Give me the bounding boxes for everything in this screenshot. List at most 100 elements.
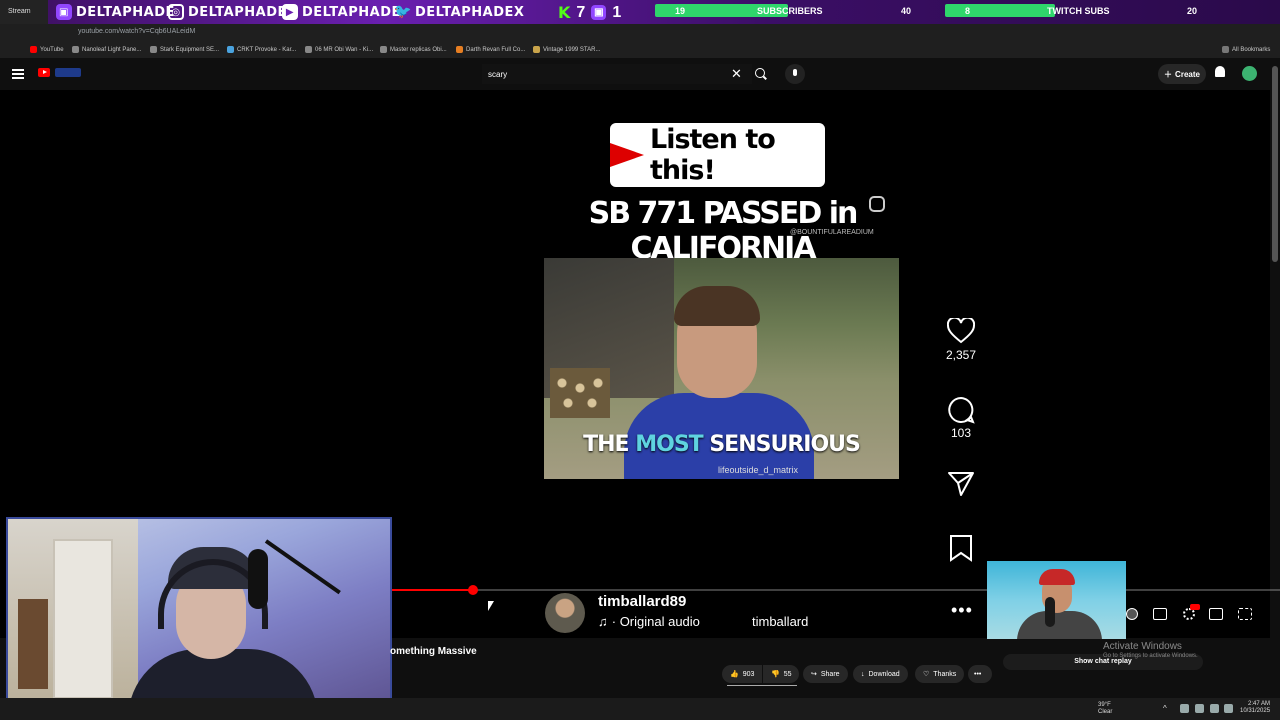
progress-track[interactable] <box>390 589 1280 591</box>
watermark-text: @BOUNTIFULAREADIUM <box>790 229 874 236</box>
twitch-viewers-icon: ▣ <box>591 5 607 20</box>
theater-mode-icon[interactable] <box>1209 608 1223 620</box>
network-icon[interactable] <box>1210 704 1219 713</box>
twitch-subs-goal-bar: 8 TWITCH SUBS 20 <box>945 4 1220 17</box>
youtube-logo-icon[interactable] <box>38 68 50 77</box>
browser-address-bar[interactable]: youtube.com/watch?v=Cqb6UALeidM <box>0 24 1280 42</box>
audio-info[interactable]: ♫ · Original audio <box>598 614 700 629</box>
progress-scrubber[interactable] <box>467 585 478 595</box>
bookmark-item[interactable]: Darth Revan Full Co... <box>456 46 525 53</box>
share-arrow-icon: ↪ <box>811 671 817 678</box>
save-action[interactable] <box>940 534 982 562</box>
more-options-icon[interactable]: ••• <box>951 600 973 621</box>
account-avatar[interactable] <box>1242 66 1257 81</box>
like-ratio-bar <box>727 685 797 686</box>
dislike-button[interactable]: 👎 55 <box>763 665 799 683</box>
all-bookmarks[interactable]: All Bookmarks <box>1222 46 1270 53</box>
thanks-icon: ♡ <box>923 671 930 678</box>
like-count: 2,357 <box>945 348 977 362</box>
twitch-subs-goal-fill <box>945 4 1055 17</box>
video-title: omething Massive <box>390 646 477 657</box>
menu-icon[interactable] <box>12 69 24 79</box>
bookmark-item[interactable]: YouTube <box>30 46 64 53</box>
subscriber-goal-bar: 19 SUBSCRIBERS 40 <box>655 4 935 17</box>
windows-taskbar <box>0 698 1280 720</box>
speaker-webcam <box>987 561 1126 639</box>
comment-action[interactable]: 103 <box>940 396 982 440</box>
twitch-viewer-count: 1 <box>612 3 622 21</box>
download-button[interactable]: ↓ Download <box>853 665 908 683</box>
instagram-watermark-icon <box>869 196 885 212</box>
bookmark-item[interactable]: Nanoleaf Light Pane... <box>72 46 141 53</box>
create-button[interactable]: ＋ Create <box>1158 64 1206 84</box>
autoplay-toggle[interactable] <box>1126 608 1138 620</box>
share-action[interactable] <box>940 471 982 497</box>
bookmark-item[interactable]: Stark Equipment SE... <box>150 46 219 53</box>
bookmark-icon[interactable] <box>949 534 973 562</box>
page-scrollbar[interactable] <box>1272 66 1278 262</box>
social-twitch: ▣ DELTAPHADE <box>56 3 175 21</box>
tray-chevron-icon[interactable]: ^ <box>1163 704 1172 713</box>
streamer-webcam <box>6 517 392 720</box>
plus-icon: ＋ <box>1164 69 1173 79</box>
clear-search-icon[interactable]: ✕ <box>731 66 742 82</box>
weather-widget[interactable]: 39°F Clear <box>1098 702 1112 716</box>
bookmark-item[interactable]: CRKT Provoke - Kar... <box>227 46 296 53</box>
channel-name[interactable]: timballard89 <box>598 593 686 610</box>
more-actions-button[interactable]: ••• <box>968 665 992 683</box>
listen-banner: Listen to this! <box>610 123 825 187</box>
speaker-hair <box>674 286 760 326</box>
video-caption: THE MOST SENSURIOUS <box>583 432 861 457</box>
download-icon: ↓ <box>861 670 865 678</box>
microphone-icon[interactable] <box>785 64 805 84</box>
like-button[interactable]: 👍 903 <box>722 665 762 683</box>
hd-badge-icon <box>1190 604 1200 610</box>
instagram-handle: lifeoutside_d_matrix <box>718 465 799 475</box>
activate-windows-subtitle: Go to Settings to activate Windows. <box>1103 653 1198 659</box>
twitter-icon: 🐦 <box>394 4 412 20</box>
social-instagram: ◎ DELTAPHADE <box>168 3 287 21</box>
send-icon[interactable] <box>947 471 975 497</box>
share-button[interactable]: ↪ Share <box>803 665 848 683</box>
premium-badge <box>55 68 81 77</box>
twitch-icon: ▣ <box>56 4 72 20</box>
system-clock[interactable]: 2:47 AM 10/31/2025 <box>1240 701 1270 715</box>
address-url[interactable]: youtube.com/watch?v=Cqb6UALeidM <box>78 28 195 35</box>
thanks-button[interactable]: ♡ Thanks <box>915 665 965 683</box>
bookmark-item[interactable]: Master replicas Obi... <box>380 46 447 53</box>
red-flag-icon <box>610 143 644 167</box>
kick-viewer-count: 7 <box>576 3 586 21</box>
woodpile <box>550 368 610 418</box>
thumbs-up-icon: 👍 <box>730 671 739 678</box>
audio-user[interactable]: timballard <box>752 614 808 629</box>
social-twitter: 🐦 DELTAPHADEX <box>394 4 525 20</box>
comment-icon[interactable] <box>947 396 975 424</box>
thumbs-down-icon: 👎 <box>771 671 780 678</box>
bookmarks-bar: YouTube Nanoleaf Light Pane... Stark Equ… <box>0 42 1280 58</box>
volume-icon[interactable] <box>1224 704 1233 713</box>
notifications-bell-icon[interactable] <box>1215 66 1225 77</box>
kick-icon: K <box>558 3 571 22</box>
search-icon[interactable] <box>755 68 765 78</box>
youtube-masthead: ✕ ＋Create <box>0 58 1280 90</box>
social-youtube: ▶ DELTAPHADE <box>282 3 401 21</box>
fullscreen-icon[interactable] <box>1238 608 1252 620</box>
more-horizontal-icon: ••• <box>974 670 982 678</box>
bookmark-item[interactable]: 06 MR Obi Wan - Ki... <box>305 46 373 53</box>
activate-windows-title: Activate Windows <box>1103 641 1182 652</box>
instagram-icon: ◎ <box>168 4 184 20</box>
bookmark-item[interactable]: Vintage 1999 STAR... <box>533 46 600 53</box>
music-note-icon: ♫ <box>598 614 608 629</box>
youtube-icon: ▶ <box>282 4 298 20</box>
like-action[interactable]: 2,357 <box>940 318 982 362</box>
tray-app-icon[interactable] <box>1180 704 1189 713</box>
search-input[interactable] <box>482 64 752 84</box>
browser-tab[interactable]: Stream <box>0 0 48 24</box>
heart-icon[interactable] <box>947 318 975 344</box>
captions-icon[interactable] <box>1153 608 1167 620</box>
channel-avatar[interactable] <box>545 593 585 633</box>
mouse-cursor-icon <box>488 601 494 611</box>
microphone <box>248 549 268 609</box>
comment-count: 103 <box>950 426 972 440</box>
tray-app-icon[interactable] <box>1195 704 1204 713</box>
